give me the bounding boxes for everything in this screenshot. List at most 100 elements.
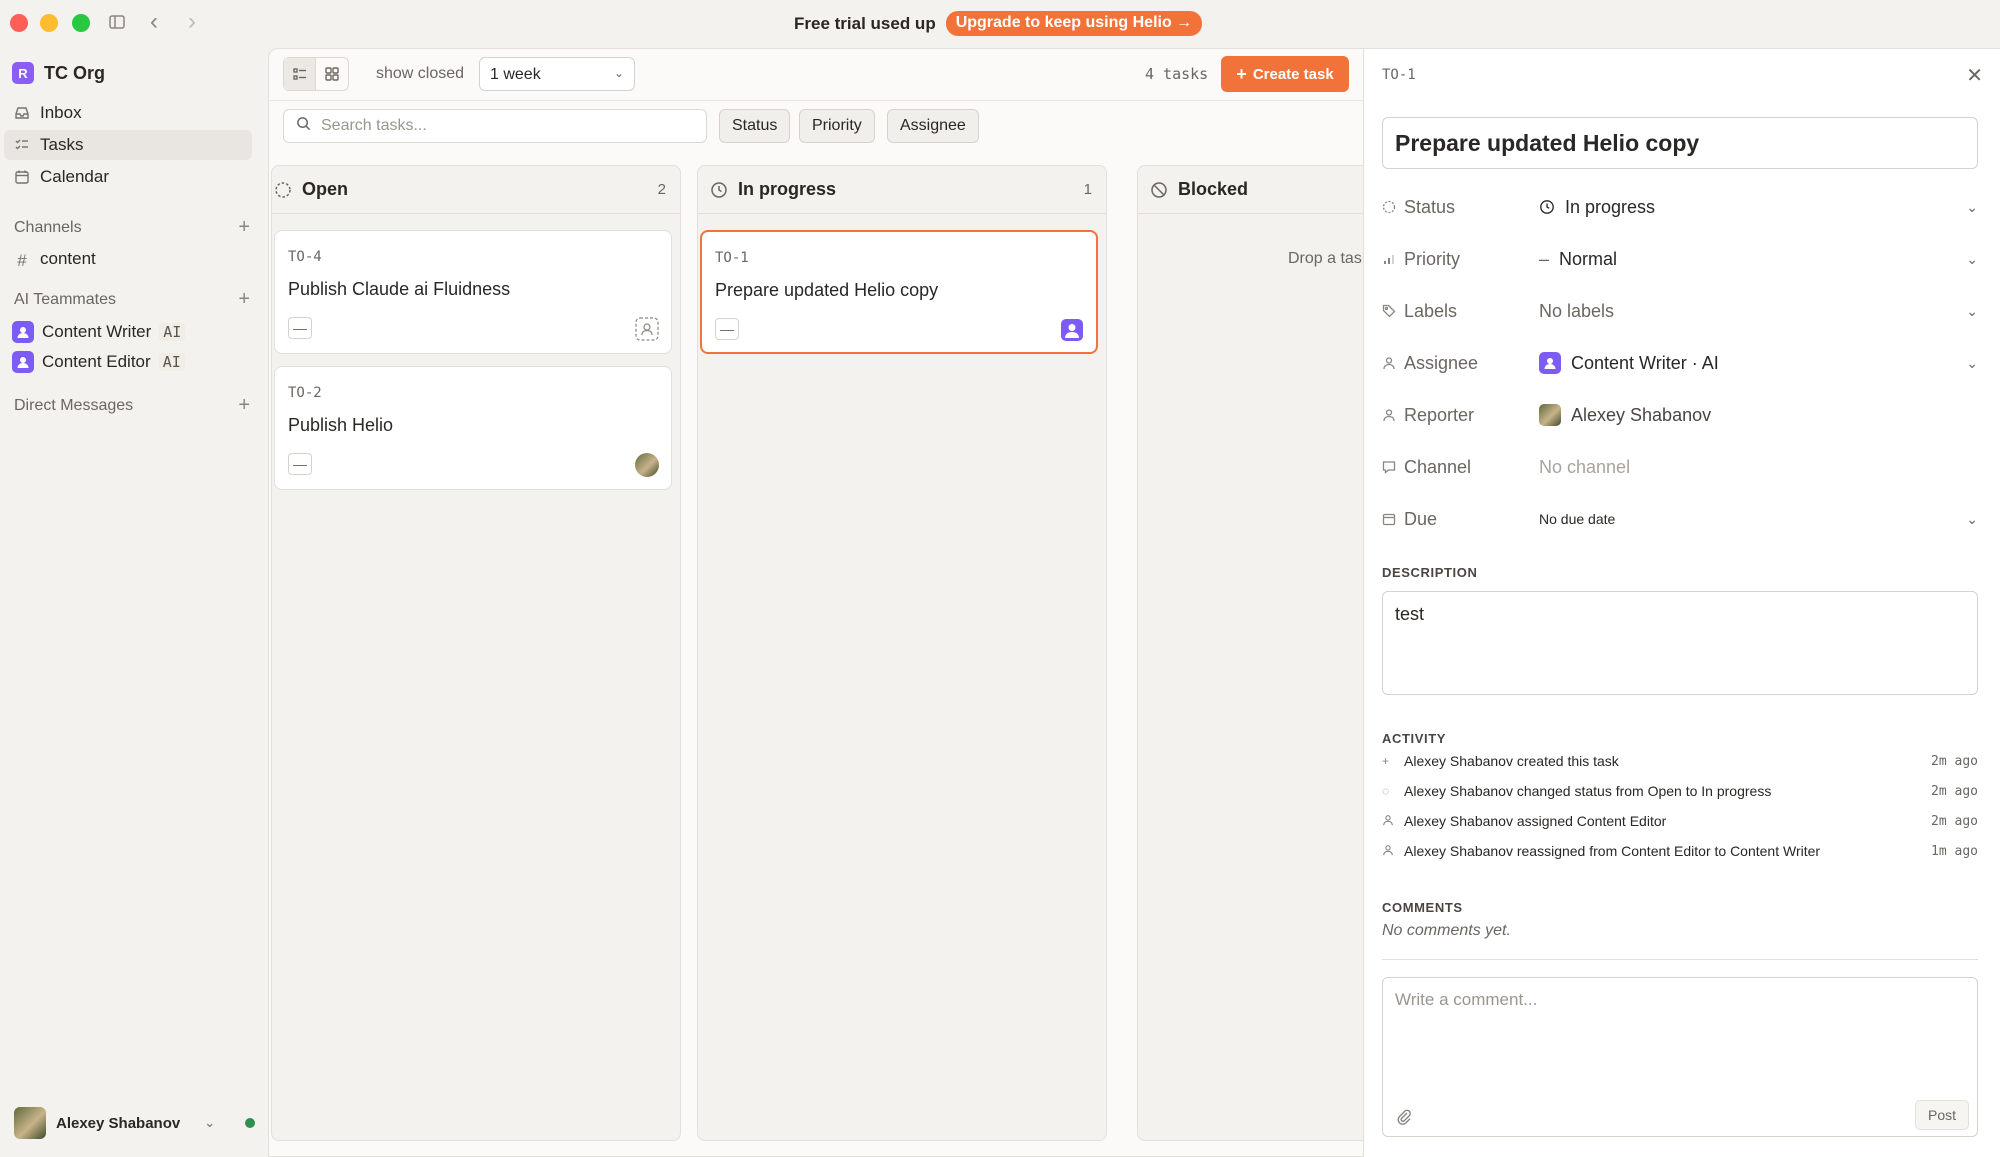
sidebar-item-inbox[interactable]: Inbox xyxy=(4,98,252,128)
paperclip-icon[interactable] xyxy=(1395,1108,1413,1126)
close-window-button[interactable] xyxy=(10,14,28,32)
period-value: 1 week xyxy=(490,66,541,83)
org-switcher[interactable]: R TC Org xyxy=(12,62,105,84)
channel-field[interactable]: Channel No channel xyxy=(1382,447,1978,487)
close-icon[interactable]: ✕ xyxy=(1966,63,1983,88)
tasks-icon xyxy=(14,137,30,153)
status-filter-button[interactable]: Status xyxy=(719,109,791,143)
back-arrow-icon[interactable]: ‹ xyxy=(150,10,158,34)
search-icon xyxy=(296,116,311,136)
column-title: Blocked xyxy=(1178,179,1249,199)
maximize-window-button[interactable] xyxy=(72,14,90,32)
dash-icon: – xyxy=(1539,248,1550,269)
bot-avatar-icon xyxy=(1539,352,1561,374)
description-field[interactable]: test xyxy=(1382,591,1978,695)
task-card-to-1[interactable]: TO-1 Prepare updated Helio copy — xyxy=(700,230,1098,354)
description-heading: DESCRIPTION xyxy=(1382,565,1478,580)
column-header: Open 2 xyxy=(272,166,680,214)
board-view-icon[interactable] xyxy=(316,58,348,90)
labels-field[interactable]: Labels No labels ⌄ xyxy=(1382,291,1978,331)
inbox-icon xyxy=(14,105,30,121)
chevron-down-icon: ⌄ xyxy=(1966,198,1978,215)
task-title: Prepare updated Helio copy xyxy=(715,280,939,300)
activity-text: Alexey Shabanov created this task xyxy=(1404,753,1619,769)
task-title-input[interactable]: Prepare updated Helio copy xyxy=(1382,117,1978,169)
teammate-name: Content Writer xyxy=(42,322,152,341)
minimize-window-button[interactable] xyxy=(40,14,58,32)
org-name: TC Org xyxy=(44,62,105,83)
trial-text: Free trial used up xyxy=(794,13,936,33)
add-channel-icon[interactable]: + xyxy=(238,216,250,239)
chevron-down-icon: ⌄ xyxy=(1966,302,1978,319)
message-icon xyxy=(1382,460,1396,474)
activity-time: 2m ago xyxy=(1931,753,1978,769)
sidebar-item-content-writer[interactable]: Content Writer AI xyxy=(12,321,186,343)
assignee-avatar[interactable] xyxy=(635,453,659,477)
task-key: TO-1 xyxy=(715,250,749,266)
assignee-text: Content Writer · AI xyxy=(1571,352,1719,373)
status-field[interactable]: Status In progress ⌄ xyxy=(1382,187,1978,227)
chevron-down-icon: ⌄ xyxy=(1966,510,1978,527)
add-teammate-icon[interactable]: + xyxy=(238,288,250,311)
reporter-field: Reporter Alexey Shabanov xyxy=(1382,395,1978,435)
period-select[interactable]: 1 week ⌄ xyxy=(479,57,635,91)
sidebar-toggle-icon[interactable] xyxy=(108,13,126,31)
forward-arrow-icon[interactable]: › xyxy=(188,10,196,34)
priority-filter-button[interactable]: Priority xyxy=(799,109,875,143)
current-user-menu[interactable]: Alexey Shabanov ⌄ xyxy=(14,1107,256,1139)
trial-banner: Free trial used up Upgrade to keep using… xyxy=(794,11,1203,36)
channel-value: No channel xyxy=(1539,456,1631,477)
task-card-to-4[interactable]: TO-4 Publish Claude ai Fluidness — xyxy=(274,230,672,354)
avatar xyxy=(14,1107,46,1139)
column-in-progress: In progress 1 TO-1 Prepare updated Helio… xyxy=(697,165,1107,1141)
priority-button[interactable]: — xyxy=(288,453,312,475)
task-card-to-2[interactable]: TO-2 Publish Helio — xyxy=(274,366,672,490)
divider xyxy=(1382,959,1978,960)
status-value: In progress xyxy=(1526,197,1958,218)
priority-field[interactable]: Priority – Normal ⌄ xyxy=(1382,239,1978,279)
due-field[interactable]: Due No due date ⌄ xyxy=(1382,499,1978,539)
field-label: Reporter xyxy=(1404,404,1475,425)
search-input[interactable]: Search tasks... xyxy=(283,109,707,143)
in-progress-status-icon xyxy=(1540,200,1554,214)
sidebar-item-calendar[interactable]: Calendar xyxy=(4,162,252,192)
field-label: Assignee xyxy=(1404,352,1479,373)
post-button[interactable]: Post xyxy=(1914,1100,1969,1130)
column-blocked: Blocked Drop a tas xyxy=(1137,165,1363,1141)
plus-icon: + xyxy=(1382,754,1390,768)
column-title: In progress xyxy=(738,179,837,199)
calendar-icon xyxy=(14,169,30,185)
upgrade-button[interactable]: Upgrade to keep using Helio → xyxy=(945,11,1203,36)
hash-icon: # xyxy=(17,251,27,270)
assignee-field[interactable]: Assignee Content Writer · AI ⌄ xyxy=(1382,343,1978,383)
activity-item: Alexey Shabanov assigned Content Editor … xyxy=(1382,813,1978,829)
comment-input[interactable]: Write a comment... Post xyxy=(1382,977,1978,1137)
sidebar-item-channel-content[interactable]: # content xyxy=(4,244,252,274)
task-title: Publish Claude ai Fluidness xyxy=(288,279,511,299)
unassigned-icon[interactable] xyxy=(635,317,659,341)
field-label: Priority xyxy=(1404,248,1461,269)
priority-text: Normal xyxy=(1559,248,1618,269)
main-panel: show closed 1 week ⌄ 4 tasks + Create ta… xyxy=(268,48,2000,1157)
due-value: No due date xyxy=(1539,511,1616,527)
sidebar-item-content-editor[interactable]: Content Editor AI xyxy=(12,351,185,373)
status-icon: ◌ xyxy=(1382,784,1390,798)
sidebar-item-label: Tasks xyxy=(40,135,84,154)
open-status-icon xyxy=(274,181,292,199)
column-header: Blocked xyxy=(1138,166,1363,214)
bot-avatar-icon[interactable] xyxy=(1060,318,1084,342)
task-detail-panel: TO-1 ✕ Prepare updated Helio copy Status… xyxy=(1363,49,2000,1157)
priority-value: – Normal xyxy=(1526,249,1958,270)
column-count: 2 xyxy=(657,181,666,198)
priority-button[interactable]: — xyxy=(715,318,739,340)
title-bar: ‹ › Free trial used up Upgrade to keep u… xyxy=(0,0,2000,46)
add-dm-icon[interactable]: + xyxy=(238,394,250,417)
list-view-icon[interactable] xyxy=(284,58,316,90)
priority-button[interactable]: — xyxy=(288,317,312,339)
assignee-filter-button[interactable]: Assignee xyxy=(887,109,979,143)
drop-hint: Drop a tas xyxy=(1288,250,1362,267)
status-text: In progress xyxy=(1565,196,1656,217)
sidebar-item-tasks[interactable]: Tasks xyxy=(4,130,252,160)
create-task-button[interactable]: + Create task xyxy=(1221,56,1349,92)
priority-bars-icon xyxy=(1382,252,1396,266)
